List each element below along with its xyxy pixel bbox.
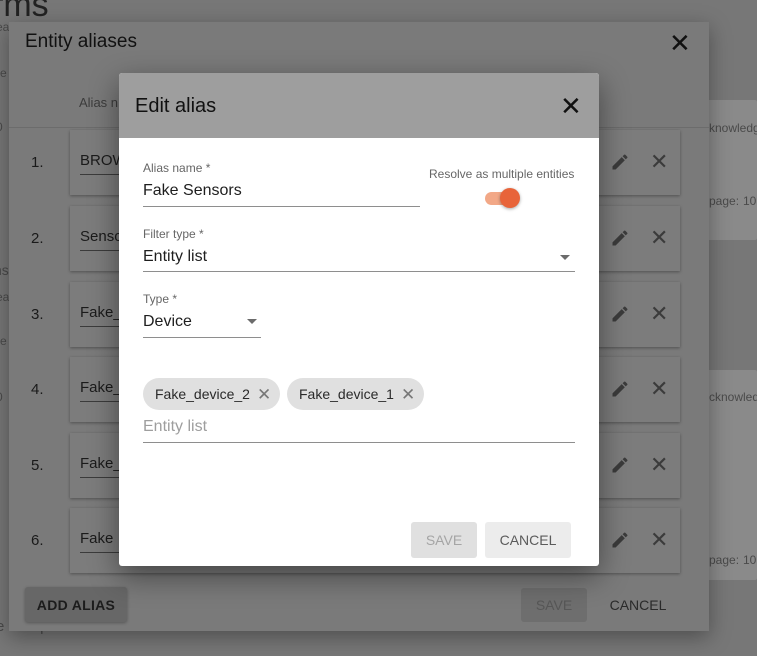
dialog-header: Edit alias ✕ (119, 73, 599, 138)
column-header-alias-name: Alias n (79, 95, 119, 110)
background-text: re (0, 334, 7, 348)
background-text: ns (0, 262, 9, 278)
type-select[interactable]: Device (143, 313, 192, 331)
edit-icon[interactable] (610, 152, 630, 172)
delete-icon[interactable]: ✕ (650, 378, 668, 400)
edit-icon[interactable] (610, 379, 630, 399)
delete-icon[interactable]: ✕ (650, 151, 668, 173)
entity-chip: Fake_device_1 ✕ (287, 378, 425, 410)
alias-name-input[interactable]: Fake Sensors (143, 182, 242, 200)
row-index: 2. (31, 230, 44, 247)
background-text: re (0, 66, 7, 80)
dialog-title: Entity aliases (25, 31, 137, 52)
entity-list-input[interactable]: Entity list (143, 418, 207, 436)
alias-name-input[interactable]: Fake (80, 530, 113, 547)
filter-type-label: Filter type * (143, 227, 204, 241)
input-underline (80, 401, 120, 402)
remove-chip-icon[interactable]: ✕ (257, 386, 271, 403)
edit-icon[interactable] (610, 304, 630, 324)
cancel-button[interactable]: CANCEL (485, 522, 571, 558)
alias-name-input[interactable]: Fake_ (80, 455, 122, 472)
resolve-multiple-toggle[interactable] (483, 187, 521, 209)
select-underline (143, 337, 261, 338)
edit-icon[interactable] (610, 455, 630, 475)
row-index: 4. (31, 381, 44, 398)
background-text: knowledg (709, 121, 757, 135)
edit-icon[interactable] (610, 530, 630, 550)
row-index: 6. (31, 532, 44, 549)
entity-chip: Fake_device_2 ✕ (143, 378, 281, 410)
delete-icon[interactable]: ✕ (650, 454, 668, 476)
background-text: 0 (0, 390, 3, 404)
save-button[interactable]: SAVE (411, 522, 477, 558)
background-text: 10 (743, 553, 757, 567)
chip-label: Fake_device_1 (299, 386, 394, 402)
save-button[interactable]: SAVE (521, 588, 587, 622)
chip-label: Fake_device_2 (155, 386, 250, 402)
background-text: cknowled (709, 390, 757, 404)
close-icon[interactable]: ✕ (560, 93, 582, 119)
background-text: ea (0, 290, 10, 304)
background-text: 0 (0, 120, 3, 134)
dialog-title: Edit alias (135, 95, 217, 117)
close-icon[interactable]: ✕ (669, 30, 691, 56)
delete-icon[interactable]: ✕ (650, 303, 668, 325)
row-index: 3. (31, 306, 44, 323)
edit-alias-dialog: Edit alias ✕ Alias name * Fake Sensors R… (119, 73, 599, 566)
type-label: Type * (143, 292, 178, 306)
alias-name-label: Alias name * (143, 161, 211, 175)
add-alias-button[interactable]: ADD ALIAS (25, 587, 127, 622)
delete-icon[interactable]: ✕ (650, 227, 668, 249)
delete-icon[interactable]: ✕ (650, 529, 668, 551)
input-underline (80, 174, 120, 175)
filter-type-select[interactable]: Entity list (143, 248, 207, 266)
cancel-button[interactable]: CANCEL (599, 588, 677, 622)
input-underline (143, 442, 575, 443)
background-text: 10 (743, 194, 757, 208)
input-underline (80, 477, 120, 478)
row-index: 1. (31, 154, 44, 171)
select-underline (143, 271, 575, 272)
background-text: page: (709, 194, 740, 208)
edit-icon[interactable] (610, 228, 630, 248)
row-index: 5. (31, 457, 44, 474)
background-text: ea (0, 20, 10, 34)
background-text: page: (709, 553, 740, 567)
chevron-down-icon[interactable] (560, 255, 570, 260)
input-underline (80, 326, 120, 327)
alias-name-input[interactable]: Fake_ (80, 379, 122, 396)
remove-chip-icon[interactable]: ✕ (401, 386, 415, 403)
alias-name-input[interactable]: Senso (80, 228, 123, 245)
alias-name-input[interactable]: Fake_ (80, 304, 122, 321)
resolve-multiple-label: Resolve as multiple entities (429, 167, 575, 181)
chevron-down-icon[interactable] (247, 319, 257, 324)
input-underline (143, 206, 420, 207)
input-underline (80, 250, 120, 251)
toggle-thumb (500, 188, 520, 208)
input-underline (80, 552, 120, 553)
